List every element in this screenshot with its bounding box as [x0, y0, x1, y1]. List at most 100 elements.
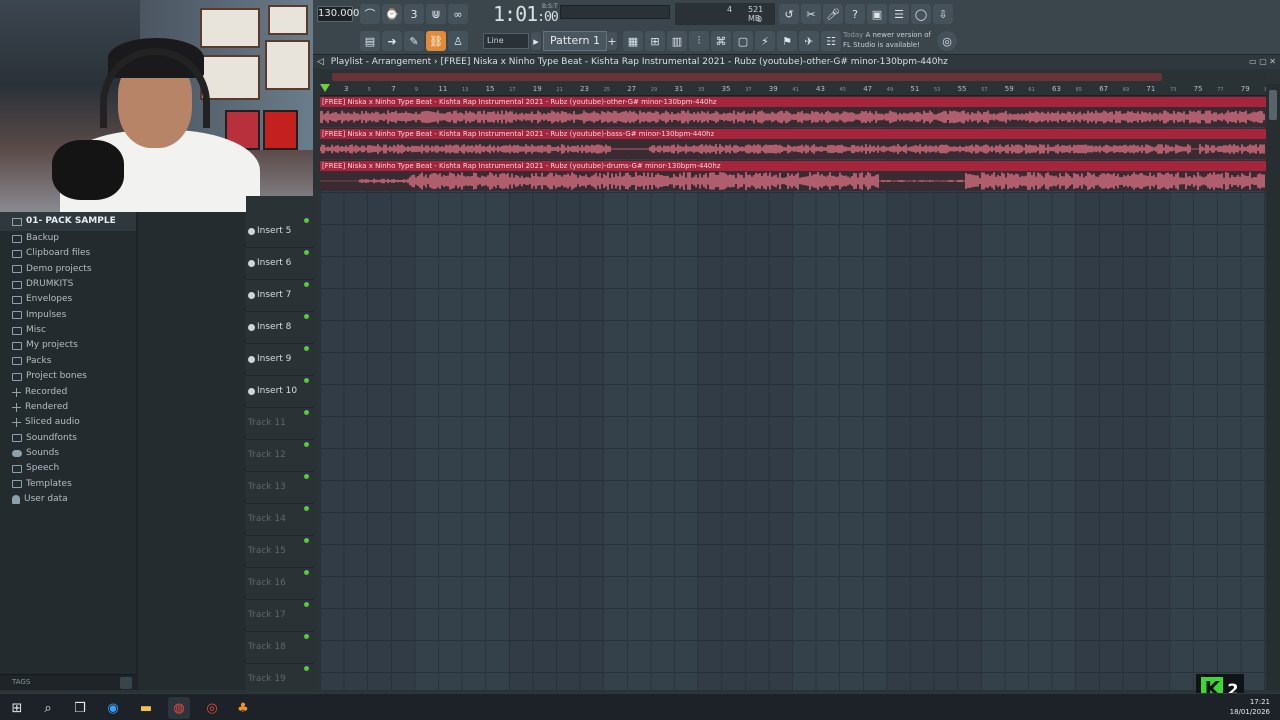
search-icon[interactable]: ⌕	[37, 697, 59, 719]
audio-clip[interactable]: [FREE] Niska x Ninho Type Beat - Kishta …	[320, 129, 1266, 159]
fl-studio-icon[interactable]: ♣	[232, 697, 254, 719]
countdown-icon[interactable]: 3	[404, 4, 424, 24]
browser-icon[interactable]: ▢	[733, 31, 753, 51]
update-notification[interactable]: Today A newer version of FL Studio is av…	[843, 30, 943, 52]
track-led-icon[interactable]	[304, 474, 309, 479]
track-led-icon[interactable]	[304, 442, 309, 447]
track-led-icon[interactable]	[304, 250, 309, 255]
track-led-icon[interactable]	[304, 538, 309, 543]
track-header[interactable]: Insert 10	[246, 376, 315, 408]
step-sequencer-icon[interactable]: ⊞	[645, 31, 665, 51]
track-led-icon[interactable]	[304, 634, 309, 639]
task-view-icon[interactable]: ❒	[69, 697, 91, 719]
browser-item[interactable]: Templates	[12, 477, 72, 492]
browser-item[interactable]: Packs	[12, 354, 51, 369]
cut-icon[interactable]: ✂	[801, 4, 821, 24]
chat-icon[interactable]: ◯	[911, 4, 931, 24]
track-header[interactable]: Insert 8	[246, 312, 315, 344]
playlist-menu-icon[interactable]: ◁	[317, 55, 324, 69]
download-icon[interactable]: ⇩	[933, 4, 953, 24]
browser-item[interactable]: Sounds	[12, 446, 59, 461]
browser-item[interactable]: Clipboard files	[12, 246, 90, 261]
track-led-icon[interactable]	[304, 218, 309, 223]
snap-select[interactable]: Line	[483, 33, 529, 49]
track-led-icon[interactable]	[304, 346, 309, 351]
browser-item[interactable]: My projects	[12, 338, 78, 353]
track-header[interactable]: Track 14	[246, 504, 315, 536]
vertical-scrollbar[interactable]	[1266, 84, 1280, 690]
cpu-icon[interactable]: ☷	[821, 31, 841, 51]
windows-start-icon[interactable]: ⊞	[6, 697, 28, 719]
save-icon[interactable]: ▣	[867, 4, 887, 24]
tempo-display[interactable]: 130.000	[317, 6, 359, 22]
arrow-icon[interactable]: ➜	[382, 31, 402, 51]
playlist-icon[interactable]: ▦	[623, 31, 643, 51]
keyboard-icon[interactable]: ▤	[360, 31, 380, 51]
obs-icon[interactable]: ◎	[201, 697, 223, 719]
audio-clip[interactable]: [FREE] Niska x Ninho Type Beat - Kishta …	[320, 97, 1266, 127]
help-icon[interactable]: ?	[845, 4, 865, 24]
browser-item[interactable]: Backup	[12, 231, 59, 246]
track-led-icon[interactable]	[304, 410, 309, 415]
mic-icon[interactable]: 🎤︎	[823, 4, 843, 24]
update-icon[interactable]: ◎	[937, 31, 957, 51]
track-header[interactable]: Insert 6	[246, 248, 315, 280]
track-header[interactable]: Insert 5	[246, 216, 315, 248]
browser-item[interactable]: Envelopes	[12, 292, 72, 307]
browser-header[interactable]: 01- PACK SAMPLE	[0, 212, 136, 231]
mixer-icon[interactable]: ☰	[889, 4, 909, 24]
browser-item[interactable]: User data	[12, 492, 68, 507]
system-clock[interactable]: 17:21 18/01/2026	[1230, 697, 1270, 717]
browser-item[interactable]: DRUMKITS	[12, 277, 73, 292]
draw-icon[interactable]: ✎	[404, 31, 424, 51]
track-header[interactable]: Insert 7	[246, 280, 315, 312]
track-header[interactable]: Track 11	[246, 408, 315, 440]
browser-item[interactable]: Misc	[12, 323, 46, 338]
pattern-add-icon[interactable]: +	[607, 32, 617, 50]
audio-clip[interactable]: [FREE] Niska x Ninho Type Beat - Kishta …	[320, 161, 1266, 191]
track-led-icon[interactable]	[304, 378, 309, 383]
fx-icon[interactable]: ✈	[799, 31, 819, 51]
timeline-ruler[interactable]: 3 5 7 9 11 13 15 17 19 21 23 25 27 29 31 33 35 37 39 41 43 45…	[320, 84, 1271, 96]
blend-notes-icon[interactable]: ⋓	[426, 4, 446, 24]
scrollbar-thumb[interactable]	[332, 73, 1162, 81]
track-header[interactable]: Track 17	[246, 600, 315, 632]
track-header[interactable]: Track 15	[246, 536, 315, 568]
file-explorer-icon[interactable]: ▬	[135, 697, 157, 719]
loop-record-icon[interactable]: ∞	[448, 4, 468, 24]
track-led-icon[interactable]	[304, 570, 309, 575]
chrome-icon[interactable]: ◍	[168, 697, 190, 719]
pattern-select[interactable]: Pattern 1	[543, 31, 607, 51]
edge-icon[interactable]: ◉	[102, 697, 124, 719]
stamp-icon[interactable]: ♙	[448, 31, 468, 51]
track-led-icon[interactable]	[304, 506, 309, 511]
window-controls[interactable]: ▭ ▢ ✕	[1249, 55, 1276, 69]
wait-for-input-icon[interactable]: ⌚	[382, 4, 402, 24]
playlist-pattern-name[interactable]: [FREE] Niska x Ninho Type Beat - Kishta …	[441, 57, 948, 67]
channel-rack-icon[interactable]: ⌘	[711, 31, 731, 51]
tags-label[interactable]: TAGS	[12, 678, 30, 686]
browser-item[interactable]: Project bones	[12, 369, 87, 384]
piano-roll-icon[interactable]: ▥	[667, 31, 687, 51]
browser-item[interactable]: Speech	[12, 461, 59, 476]
browser-item[interactable]: Soundfonts	[12, 431, 77, 446]
plugin-icon[interactable]: ⚡	[755, 31, 775, 51]
browser-item[interactable]: Impulses	[12, 308, 66, 323]
search-icon[interactable]	[120, 677, 132, 689]
track-header[interactable]: Track 13	[246, 472, 315, 504]
playlist-scrollbar[interactable]	[320, 70, 1266, 84]
track-header[interactable]: Track 19	[246, 664, 315, 696]
pattern-prev-icon[interactable]: ▸	[531, 32, 541, 50]
track-led-icon[interactable]	[304, 602, 309, 607]
undo-icon[interactable]: ↺	[779, 4, 799, 24]
tool-icon[interactable]: ⚑	[777, 31, 797, 51]
browser-item[interactable]: Recorded	[12, 385, 67, 400]
track-led-icon[interactable]	[304, 282, 309, 287]
track-header[interactable]: Track 12	[246, 440, 315, 472]
browser-item[interactable]: Demo projects	[12, 262, 92, 277]
track-header[interactable]: Track 18	[246, 632, 315, 664]
track-led-icon[interactable]	[304, 666, 309, 671]
metronome-icon[interactable]: ⌒	[360, 4, 380, 24]
track-header[interactable]: Track 16	[246, 568, 315, 600]
track-led-icon[interactable]	[304, 314, 309, 319]
